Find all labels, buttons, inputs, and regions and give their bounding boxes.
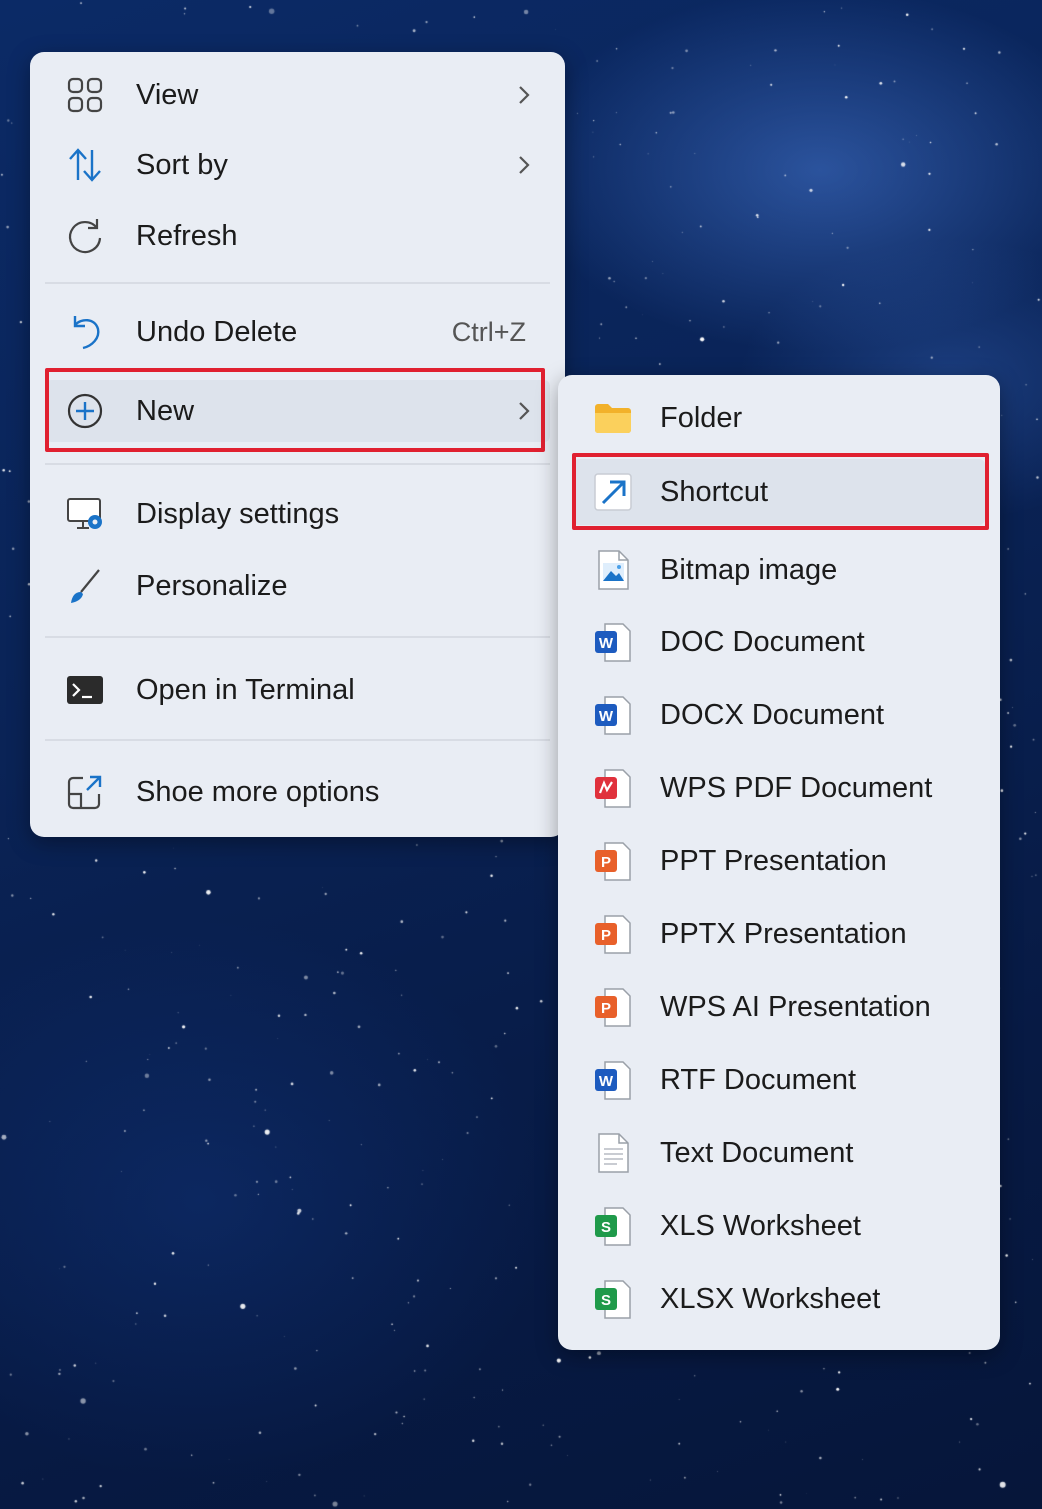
powerpoint-icon: P [595,842,631,881]
submenu-item-pptx-presentation[interactable]: P PPTX Presentation [573,901,985,967]
pdf-icon [595,769,631,808]
new-highlight-box [45,368,545,452]
brush-icon [71,569,100,603]
submenu-item-docx-document[interactable]: W DOCX Document [573,682,985,748]
svg-text:P: P [601,854,611,871]
powerpoint-icon: P [595,988,631,1027]
submenu-item-label: DOC Document [660,625,865,658]
submenu-item-doc-document[interactable]: W DOC Document [573,609,985,675]
menu-separator [45,282,550,284]
menu-item-display-settings[interactable]: Display settings [45,483,550,545]
submenu-item-xlsx-worksheet[interactable]: S XLSX Worksheet [573,1266,985,1332]
submenu-item-label: PPTX Presentation [660,917,907,950]
menu-item-label: View [136,78,199,111]
menu-separator [45,636,550,638]
submenu-item-label: PPT Presentation [660,844,887,877]
submenu-item-label: WPS PDF Document [660,771,933,804]
submenu-item-label: DOCX Document [660,698,885,731]
submenu-item-text-document[interactable]: Text Document [573,1120,985,1186]
svg-text:P: P [601,1000,611,1017]
word-icon: W [595,1061,631,1100]
sort-icon [69,148,101,182]
submenu-item-label: Folder [660,401,743,434]
menu-separator [45,463,550,465]
submenu-item-folder[interactable]: Folder [573,385,985,451]
svg-text:S: S [601,1292,611,1309]
menu-item-personalize[interactable]: Personalize [45,555,550,617]
menu-item-label: Undo Delete [136,315,298,348]
submenu-item-wps-pdf-document[interactable]: WPS PDF Document [573,755,985,821]
keyboard-shortcut: Ctrl+Z [451,316,526,347]
submenu-item-xls-worksheet[interactable]: S XLS Worksheet [573,1193,985,1259]
svg-text:W: W [599,708,614,725]
menu-separator [45,739,550,741]
menu-item-label: Open in Terminal [136,673,355,706]
submenu-item-label: XLS Worksheet [660,1209,861,1242]
menu-item-open-in-terminal[interactable]: Open in Terminal [45,659,550,721]
svg-text:W: W [599,635,614,652]
submenu-item-ppt-presentation[interactable]: P PPT Presentation [573,828,985,894]
svg-text:S: S [601,1219,611,1236]
terminal-icon [67,676,103,704]
spreadsheet-icon: S [595,1280,631,1319]
submenu-item-label: RTF Document [660,1063,857,1096]
submenu-item-bitmap-image[interactable]: Bitmap image [573,537,985,603]
bitmap-icon [598,550,629,590]
view-grid-icon [67,77,103,113]
refresh-icon [68,219,102,254]
shortcut-highlight-box [572,453,989,530]
powerpoint-icon: P [595,915,631,954]
submenu-item-rtf-document[interactable]: W RTF Document [573,1047,985,1113]
menu-item-undo-delete[interactable]: Undo Delete Ctrl+Z [45,301,550,363]
menu-item-label: Refresh [136,219,238,252]
submenu-item-label: Bitmap image [660,553,838,586]
menu-item-label: Personalize [136,569,288,602]
more-options-icon [67,775,102,810]
word-icon: W [595,696,631,735]
text-file-icon [598,1133,629,1173]
undo-icon [73,316,100,350]
folder-icon [595,404,631,433]
menu-item-sort-by[interactable]: Sort by [45,134,550,196]
menu-item-label: Display settings [136,497,340,530]
svg-text:P: P [601,927,611,944]
submenu-item-label: WPS AI Presentation [660,990,931,1023]
menu-item-view[interactable]: View [45,64,550,126]
submenu-item-wps-ai-presentation[interactable]: P WPS AI Presentation [573,974,985,1040]
submenu-item-label: XLSX Worksheet [660,1282,881,1315]
chevron-right-icon [519,156,530,174]
chevron-right-icon [519,86,530,104]
svg-text:W: W [599,1073,614,1090]
submenu-item-label: Text Document [660,1136,854,1169]
menu-item-show-more-options[interactable]: Shoe more options [45,761,550,823]
new-submenu: Folder Shortcut Bitmap image W DOC Docum… [558,375,1000,1350]
menu-item-refresh[interactable]: Refresh [45,205,550,267]
display-settings-icon [67,498,102,529]
menu-item-label: Shoe more options [136,775,380,808]
word-icon: W [595,623,631,662]
menu-item-label: Sort by [136,148,228,181]
spreadsheet-icon: S [595,1207,631,1246]
desktop-context-menu: View Sort by Refresh Undo Delete Ctrl+Z … [30,52,565,837]
